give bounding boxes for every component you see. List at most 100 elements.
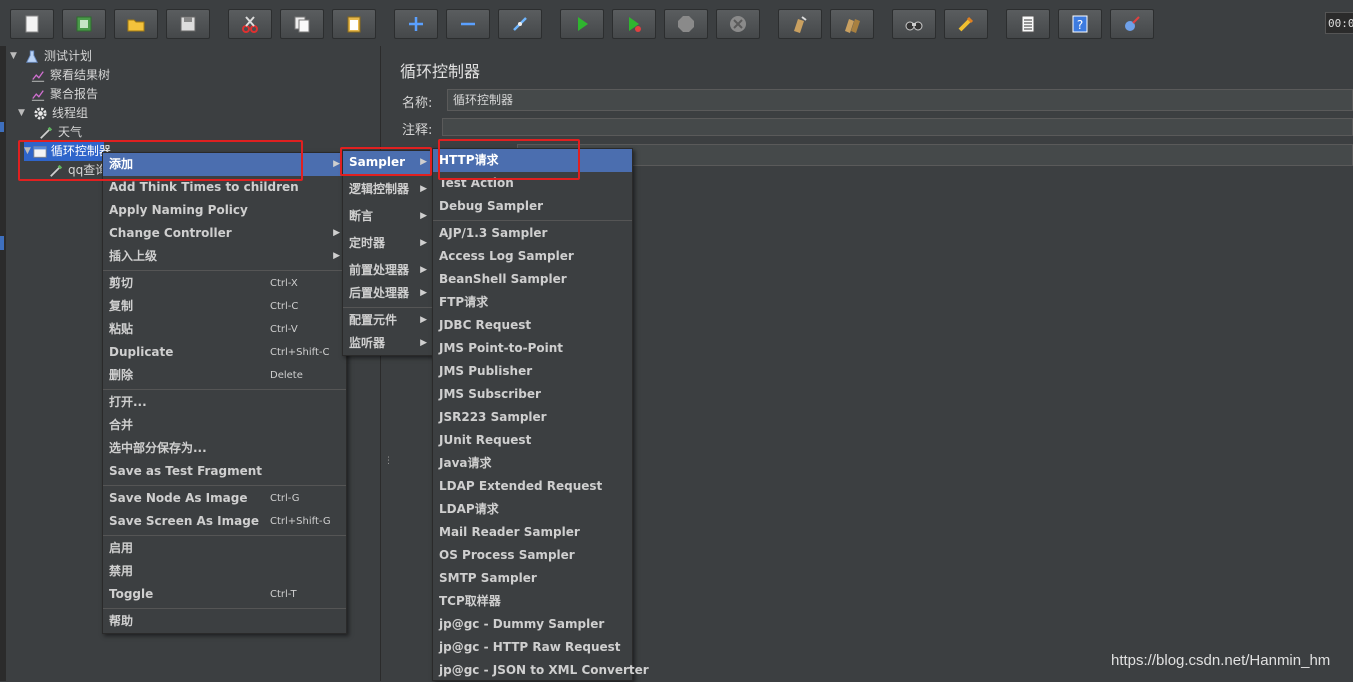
menu-item-timer[interactable]: 定时器 ▶ <box>343 232 433 255</box>
menu-item-label: FTP请求 <box>439 295 489 309</box>
shutdown-icon[interactable] <box>716 9 760 39</box>
menu-item-save-selection[interactable]: 选中部分保存为... <box>103 437 346 460</box>
menu-item-label: JDBC Request <box>439 318 532 332</box>
menu-item-help[interactable]: 帮助 <box>103 610 346 633</box>
menu-item-enable[interactable]: 启用 <box>103 537 346 560</box>
menu-item-jms-publisher[interactable]: JMS Publisher <box>433 360 632 383</box>
function-helper-icon[interactable] <box>1006 9 1050 39</box>
menu-item-ftp-request[interactable]: FTP请求 <box>433 291 632 314</box>
clear-icon[interactable] <box>778 9 822 39</box>
menu-item-ldap-request[interactable]: LDAP请求 <box>433 498 632 521</box>
tree-item-thread-group[interactable]: ▼ 线程组 <box>18 104 88 123</box>
search-icon[interactable] <box>892 9 936 39</box>
expand-arrow-icon[interactable]: ▼ <box>24 142 31 161</box>
menu-item-mail-reader-sampler[interactable]: Mail Reader Sampler <box>433 521 632 544</box>
menu-item-save-screen-image[interactable]: Save Screen As Image Ctrl+Shift-G <box>103 510 346 533</box>
menu-item-http-raw-request[interactable]: jp@gc - HTTP Raw Request <box>433 636 632 659</box>
expand-arrow-icon[interactable]: ▼ <box>18 104 30 123</box>
save-icon[interactable] <box>166 9 210 39</box>
templates-icon[interactable] <box>62 9 106 39</box>
expand-icon[interactable] <box>394 9 438 39</box>
menu-item-insert-parent[interactable]: 插入上级 ▶ <box>103 245 346 268</box>
expand-arrow-icon[interactable]: ▼ <box>10 47 22 66</box>
menu-item-save-test-fragment[interactable]: Save as Test Fragment <box>103 460 346 483</box>
menu-item-label: Access Log Sampler <box>439 249 574 263</box>
menu-item-merge[interactable]: 合并 <box>103 414 346 437</box>
toolbar: ? 00:00 <box>0 0 1353 47</box>
copy-icon[interactable] <box>280 9 324 39</box>
menu-item-ldap-extended-request[interactable]: LDAP Extended Request <box>433 475 632 498</box>
menu-item-os-process-sampler[interactable]: OS Process Sampler <box>433 544 632 567</box>
menu-item-label: Add Think Times to children <box>109 180 299 194</box>
toggle-icon[interactable] <box>498 9 542 39</box>
menu-item-label: 后置处理器 <box>349 286 410 300</box>
menu-item-add-think-times[interactable]: Add Think Times to children <box>103 176 346 199</box>
reset-search-icon[interactable] <box>944 9 988 39</box>
menu-item-pre-processor[interactable]: 前置处理器 ▶ <box>343 259 433 282</box>
page-title: 循环控制器 <box>400 62 481 81</box>
menu-item-label: Apply Naming Policy <box>109 203 248 217</box>
menu-item-toggle[interactable]: Toggle Ctrl-T <box>103 583 346 606</box>
menu-item-beanshell-sampler[interactable]: BeanShell Sampler <box>433 268 632 291</box>
menu-item-save-node-image[interactable]: Save Node As Image Ctrl-G <box>103 487 346 510</box>
menu-item-label: jp@gc - HTTP Raw Request <box>439 640 621 654</box>
menu-item-label: JMS Subscriber <box>439 387 541 401</box>
menu-item-jsr223-sampler[interactable]: JSR223 Sampler <box>433 406 632 429</box>
menu-item-config-element[interactable]: 配置元件 ▶ <box>343 309 433 332</box>
menu-item-jms-subscriber[interactable]: JMS Subscriber <box>433 383 632 406</box>
new-icon[interactable] <box>10 9 54 39</box>
menu-item-apply-naming-policy[interactable]: Apply Naming Policy <box>103 199 346 222</box>
menu-item-label: 禁用 <box>109 564 134 578</box>
menu-item-json-to-xml[interactable]: jp@gc - JSON to XML Converter <box>433 659 649 682</box>
tree-item-label: 测试计划 <box>44 49 93 63</box>
menu-item-junit-request[interactable]: JUnit Request <box>433 429 632 452</box>
menu-item-post-processor[interactable]: 后置处理器 ▶ <box>343 282 433 305</box>
menu-item-delete[interactable]: 删除 Delete <box>103 364 346 387</box>
remote-icon[interactable] <box>1110 9 1154 39</box>
loop-count-field[interactable] <box>517 144 1353 166</box>
menu-item-tcp-sampler[interactable]: TCP取样器 <box>433 590 632 613</box>
menu-item-assertion[interactable]: 断言 ▶ <box>343 205 433 228</box>
menu-item-label: 帮助 <box>109 614 134 628</box>
tree-item-loop-controller[interactable]: ▼ 循环控制器 <box>24 142 111 161</box>
menu-item-change-controller[interactable]: Change Controller ▶ <box>103 222 346 245</box>
menu-item-cut[interactable]: 剪切 Ctrl-X <box>103 272 346 295</box>
menu-item-dummy-sampler[interactable]: jp@gc - Dummy Sampler <box>433 613 632 636</box>
start-icon[interactable] <box>560 9 604 39</box>
start-no-pause-icon[interactable] <box>612 9 656 39</box>
menu-item-java-request[interactable]: Java请求 <box>433 452 632 475</box>
menu-item-jms-point-to-point[interactable]: JMS Point-to-Point <box>433 337 632 360</box>
collapse-icon[interactable] <box>446 9 490 39</box>
submenu-arrow-icon: ▶ <box>420 288 427 298</box>
name-field[interactable]: 循环控制器 <box>447 89 1353 111</box>
cut-icon[interactable] <box>228 9 272 39</box>
tree-item-view-results[interactable]: 察看结果树 <box>30 66 110 85</box>
menu-item-paste[interactable]: 粘贴 Ctrl-V <box>103 318 346 341</box>
menu-item-sampler[interactable]: Sampler ▶ <box>343 151 433 174</box>
menu-item-debug-sampler[interactable]: Debug Sampler <box>433 195 632 218</box>
clear-all-icon[interactable] <box>830 9 874 39</box>
tree-item-weather[interactable]: 天气 <box>38 123 82 142</box>
open-icon[interactable] <box>114 9 158 39</box>
tree-item-test-plan[interactable]: ▼ 测试计划 <box>10 47 92 66</box>
menu-item-logic-controller[interactable]: 逻辑控制器 ▶ <box>343 178 433 201</box>
paste-icon[interactable] <box>332 9 376 39</box>
menu-item-duplicate[interactable]: Duplicate Ctrl+Shift-C <box>103 341 346 364</box>
help-icon[interactable]: ? <box>1058 9 1102 39</box>
menu-item-copy[interactable]: 复制 Ctrl-C <box>103 295 346 318</box>
menu-item-smtp-sampler[interactable]: SMTP Sampler <box>433 567 632 590</box>
tree-item-qq-query[interactable]: qq查询 <box>48 161 107 180</box>
menu-item-open[interactable]: 打开... <box>103 391 346 414</box>
menu-item-add[interactable]: 添加 ▶ <box>103 153 346 176</box>
menu-item-test-action[interactable]: Test Action <box>433 172 632 195</box>
menu-item-listener[interactable]: 监听器 ▶ <box>343 332 433 355</box>
tree-item-aggregate-report[interactable]: 聚合报告 <box>30 85 98 104</box>
menu-item-label: Toggle <box>109 587 154 601</box>
menu-item-jdbc-request[interactable]: JDBC Request <box>433 314 632 337</box>
menu-item-access-log-sampler[interactable]: Access Log Sampler <box>433 245 632 268</box>
stop-icon[interactable] <box>664 9 708 39</box>
menu-item-http-request[interactable]: HTTP请求 <box>433 149 632 172</box>
comment-field[interactable] <box>442 118 1353 136</box>
menu-item-disable[interactable]: 禁用 <box>103 560 346 583</box>
menu-item-ajp-sampler[interactable]: AJP/1.3 Sampler <box>433 222 632 245</box>
